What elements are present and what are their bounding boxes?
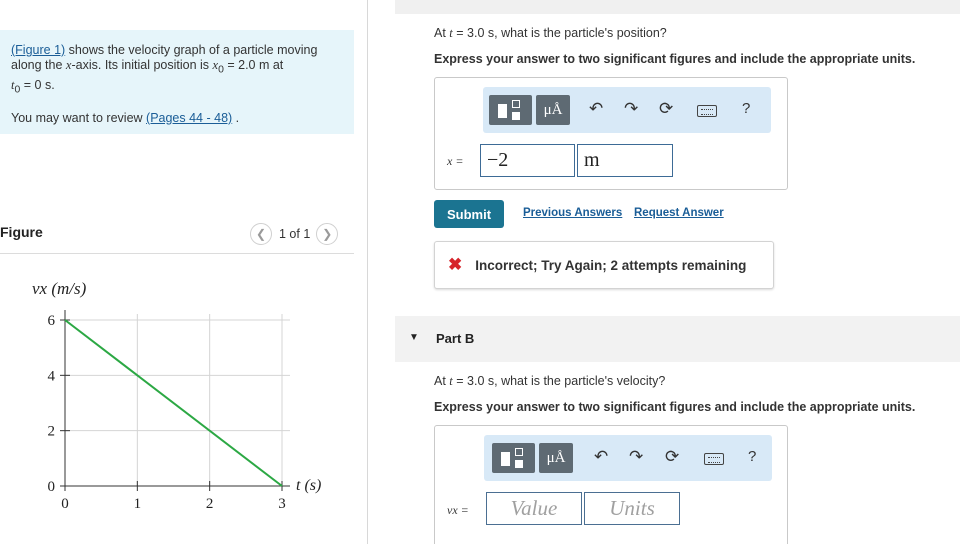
part-a-var-label: x = (447, 154, 464, 168)
chevron-right-icon[interactable]: ❯ (316, 223, 339, 245)
pager-text: 1 of 1 (279, 227, 311, 241)
part-a-instructions: Express your answer to two significant f… (434, 52, 916, 66)
problem-pane: (Figure 1) shows the velocity graph of a… (0, 0, 368, 544)
figure-title: Figure (0, 224, 43, 240)
y-tick-label: 2 (48, 424, 56, 440)
intro-text: (Figure 1) shows the velocity graph of a… (11, 43, 318, 95)
review-pages-link[interactable]: (Pages 44 - 48) (146, 111, 232, 125)
y-axis-label: vx (m/s) (32, 279, 87, 298)
redo-icon[interactable]: ↷ (624, 99, 638, 119)
units-icon[interactable]: μÅ (536, 95, 570, 125)
reset-icon[interactable]: ⟳ (659, 99, 673, 119)
part-a-units-input[interactable]: m (577, 144, 673, 177)
answer-pane: At t = 3.0 s, what is the particle's pos… (369, 0, 960, 544)
x-tick-label: 1 (134, 496, 142, 512)
x-tick-label: 2 (206, 496, 214, 512)
request-answer-link[interactable]: Request Answer (634, 207, 724, 219)
problem-intro: (Figure 1) shows the velocity graph of a… (0, 30, 354, 134)
x-axis-label: t (s) (296, 477, 321, 494)
review-text: You may want to review (Pages 44 - 48) . (11, 111, 240, 125)
part-a-value-input[interactable]: −2 (480, 144, 575, 177)
figure-header: Figure ❮ 1 of 1 ❯ (0, 220, 354, 254)
part-b-value-input[interactable]: Value (486, 492, 582, 525)
help-icon[interactable]: ? (748, 447, 756, 467)
part-b-units-input[interactable]: Units (584, 492, 680, 525)
y-tick-label: 6 (48, 313, 56, 329)
part-b-toolbar: μÅ ↶ ↷ ⟳ ? (484, 435, 772, 481)
part-b-var-label: vx = (447, 503, 469, 517)
help-icon[interactable]: ? (742, 99, 750, 119)
x-icon: ✖ (448, 255, 463, 274)
figure-link[interactable]: (Figure 1) (11, 43, 65, 57)
figure-pager: ❮ 1 of 1 ❯ (250, 223, 339, 245)
y-tick-label: 4 (48, 368, 56, 384)
fraction-templates-icon[interactable] (492, 443, 535, 473)
undo-icon[interactable]: ↶ (594, 447, 608, 467)
keyboard-icon[interactable] (704, 453, 724, 465)
fraction-templates-icon[interactable] (489, 95, 532, 125)
redo-icon[interactable]: ↷ (629, 447, 643, 467)
y-tick-label: 0 (48, 479, 56, 495)
part-b-question: At t = 3.0 s, what is the particle's vel… (434, 374, 666, 388)
part-a-question: At t = 3.0 s, what is the particle's pos… (434, 26, 667, 40)
part-b-instructions: Express your answer to two significant f… (434, 400, 916, 414)
x-tick-label: 3 (278, 496, 286, 512)
part-b-header[interactable]: ▼ Part B (395, 316, 960, 362)
undo-icon[interactable]: ↶ (589, 99, 603, 119)
x-tick-label: 0 (61, 496, 69, 512)
part-a-toolbar: μÅ ↶ ↷ ⟳ ? (483, 87, 771, 133)
velocity-graph: 0 2 4 6 0 1 2 3 vx (m/s) t (s) (32, 279, 321, 512)
keyboard-icon[interactable] (697, 105, 717, 117)
part-a-header-strip (395, 0, 960, 14)
feedback-message: ✖ Incorrect; Try Again; 2 attempts remai… (434, 241, 774, 289)
part-a-answer-box: μÅ ↶ ↷ ⟳ ? x = −2 m (434, 77, 788, 190)
velocity-line (64, 319, 283, 487)
caret-down-icon[interactable]: ▼ (409, 332, 419, 343)
part-b-answer-box: μÅ ↶ ↷ ⟳ ? vx = Value Units (434, 425, 788, 544)
reset-icon[interactable]: ⟳ (665, 447, 679, 467)
submit-button[interactable]: Submit (434, 200, 504, 228)
units-icon[interactable]: μÅ (539, 443, 573, 473)
part-b-title: Part B (436, 331, 475, 346)
chevron-left-icon[interactable]: ❮ (250, 223, 272, 245)
previous-answers-link[interactable]: Previous Answers (523, 207, 622, 219)
